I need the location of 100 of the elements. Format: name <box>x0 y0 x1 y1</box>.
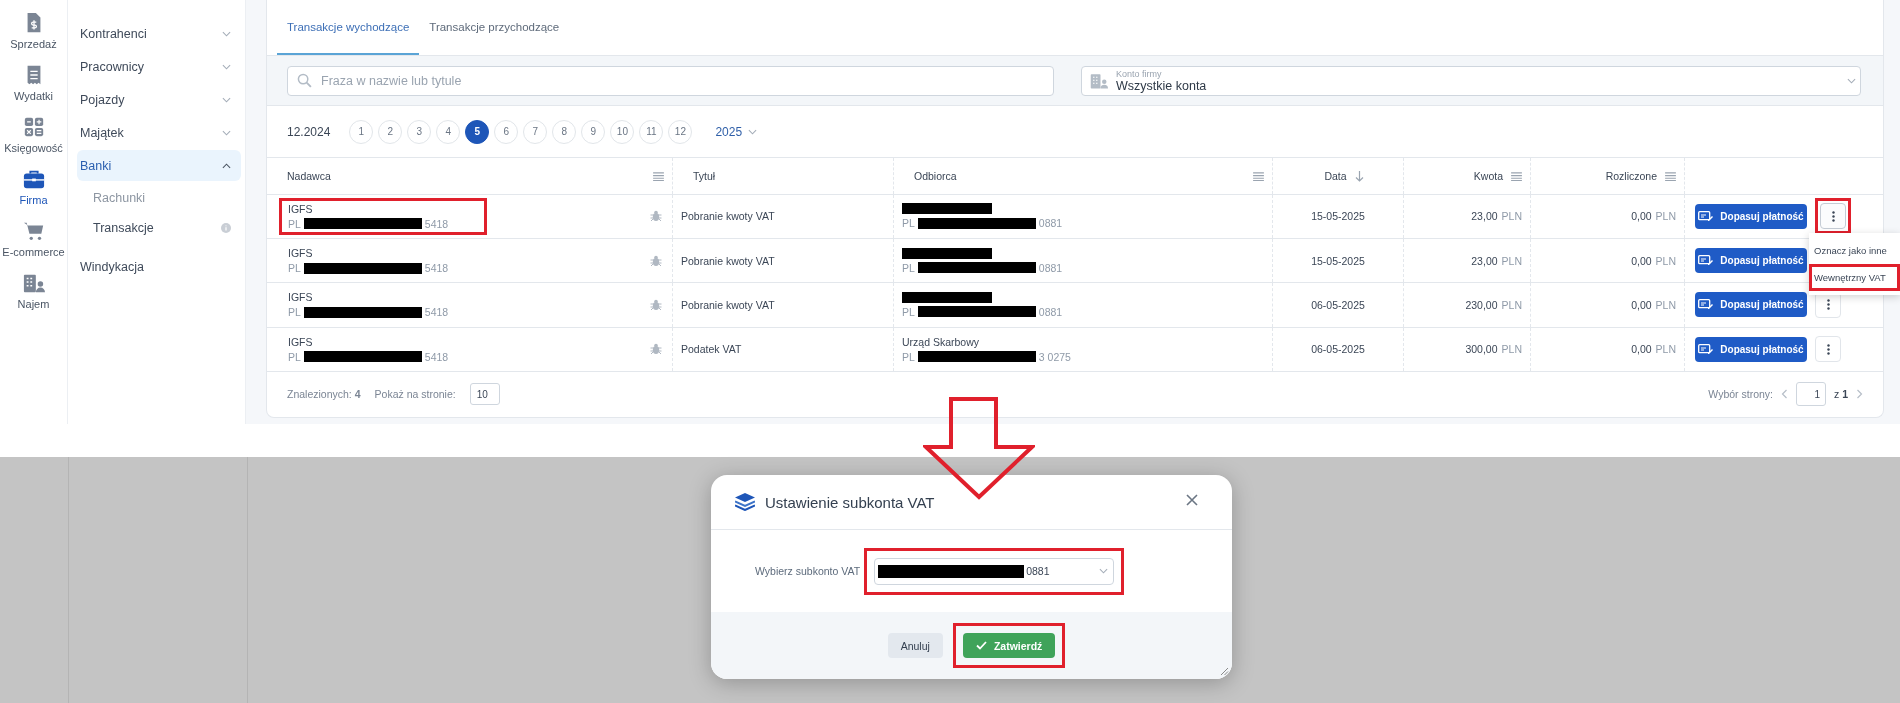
chevron-icon <box>1099 568 1109 574</box>
tab[interactable]: Transakcje przychodzące <box>419 0 570 56</box>
resize-handle-icon[interactable] <box>1220 667 1229 676</box>
match-payment-button[interactable]: Dopasuj płatność <box>1695 203 1807 229</box>
column-header[interactable]: Data <box>1273 158 1404 194</box>
nav-item[interactable]: Banki <box>77 150 241 181</box>
account-select[interactable]: Konto firmy Wszystkie konta <box>1081 65 1861 96</box>
month-button[interactable]: 7 <box>523 119 548 144</box>
chevron-icon <box>748 128 758 135</box>
page-total: z 1 <box>1834 388 1848 401</box>
amount-text: 300,00 <box>1465 343 1498 356</box>
amount-text: 230,00 <box>1465 298 1498 311</box>
bug-icon <box>650 210 662 223</box>
search-icon <box>297 72 312 88</box>
nav-subitem[interactable]: Transakcje <box>77 213 241 243</box>
previous-month-label[interactable]: 12.2024 <box>287 124 331 139</box>
currency-text: PLN <box>1501 210 1522 223</box>
sender-name: IGFS <box>288 247 314 260</box>
settled-amount: 0,00 <box>1631 210 1652 223</box>
nav-item[interactable]: Pracownicy <box>77 51 241 82</box>
menu-item[interactable]: Oznacz jako inne <box>1809 236 1900 264</box>
rail-item[interactable]: E-commerce <box>0 220 68 258</box>
sender-name: IGFS <box>288 291 314 304</box>
account-prefix: PL <box>288 306 301 319</box>
rail-item[interactable]: Księgowość <box>0 116 68 154</box>
date-text: 06-05-2025 <box>1311 343 1365 356</box>
page-select-label: Wybór strony: <box>1708 388 1773 401</box>
chevron-icon <box>222 96 231 103</box>
nav-item[interactable]: Pojazdy <box>77 84 241 115</box>
chevron-icon <box>222 162 231 169</box>
more-button[interactable] <box>1815 336 1841 363</box>
amount-text: 23,00 <box>1471 254 1498 267</box>
nav-item[interactable]: Windykacja <box>77 251 241 282</box>
search-field[interactable]: Fraza w nazwie lub tytule <box>287 65 1054 96</box>
column-title: Odbiorca <box>914 170 957 183</box>
year-dropdown[interactable]: 2025 <box>709 123 764 140</box>
month-button[interactable]: 1 <box>349 119 374 144</box>
column-title: Nadawca <box>287 170 331 183</box>
building-person-icon <box>1089 71 1109 90</box>
month-button[interactable]: 2 <box>378 119 403 144</box>
currency-text: PLN <box>1501 254 1522 267</box>
currency-text: PLN <box>1655 343 1676 356</box>
column-menu-icon[interactable] <box>1665 171 1676 181</box>
match-payment-button[interactable]: Dopasuj płatność <box>1695 336 1807 362</box>
column-header[interactable]: Rozliczone <box>1531 158 1685 194</box>
menu-item[interactable]: Wewnętrzny VAT <box>1809 263 1900 291</box>
column-menu-icon[interactable] <box>1253 171 1264 181</box>
subaccount-select[interactable]: 0881 <box>874 557 1115 585</box>
match-payment-button[interactable]: Dopasuj płatność <box>1695 292 1807 318</box>
month-button[interactable]: 8 <box>552 119 577 144</box>
month-button[interactable]: 11 <box>639 119 664 144</box>
month-button[interactable]: 5 <box>465 119 490 144</box>
title-text: Pobranie kwoty VAT <box>681 298 775 311</box>
page-field[interactable]: 1 <box>1796 382 1826 407</box>
rail-item[interactable]: Wydatki <box>0 64 68 102</box>
rail-item[interactable]: Najem <box>0 272 68 310</box>
next-page-icon[interactable] <box>1856 389 1863 400</box>
account-suffix: 0881 <box>1038 305 1063 318</box>
payment-card-icon <box>1698 343 1714 355</box>
month-button[interactable]: 6 <box>494 119 519 144</box>
month-button[interactable]: 10 <box>610 119 635 144</box>
title-text: Pobranie kwoty VAT <box>681 210 775 223</box>
account-prefix: PL <box>288 262 301 275</box>
column-menu-icon[interactable] <box>653 171 664 181</box>
column-header[interactable]: Kwota <box>1404 158 1531 194</box>
chevron-icon <box>222 129 231 136</box>
account-prefix: PL <box>288 217 301 230</box>
account-suffix: 0881 <box>1038 217 1063 230</box>
cancel-button[interactable]: Anuluj <box>887 633 943 658</box>
rail-item[interactable]: Sprzedaż <box>0 12 68 50</box>
payment-card-icon <box>1698 299 1714 311</box>
column-menu-icon[interactable] <box>1511 171 1522 181</box>
chevron-icon <box>1847 77 1856 84</box>
previous-page-icon[interactable] <box>1781 389 1788 400</box>
account-prefix: PL <box>288 350 301 363</box>
more-icon <box>1826 299 1830 311</box>
bug-icon <box>650 298 662 311</box>
nav-item[interactable]: Majątek <box>77 117 241 148</box>
column-header[interactable]: Nadawca <box>267 158 673 194</box>
account-prefix: PL <box>902 305 915 318</box>
per-page-field[interactable]: 10 <box>469 383 500 406</box>
month-button[interactable]: 3 <box>407 119 432 144</box>
column-header[interactable]: Odbiorca <box>894 158 1273 194</box>
account-suffix: 5418 <box>424 350 449 363</box>
rail-item[interactable]: Firma <box>0 168 68 206</box>
account-prefix: PL <box>902 217 915 230</box>
column-header[interactable]: Tytuł <box>673 158 894 194</box>
month-button[interactable]: 12 <box>668 119 693 144</box>
currency-text: PLN <box>1501 298 1522 311</box>
column-title: Tytuł <box>693 170 716 183</box>
account-prefix: PL <box>902 261 915 274</box>
account-suffix: 3 0275 <box>1038 350 1071 363</box>
per-page-label: Pokaż na stronie: <box>374 388 456 401</box>
nav-item[interactable]: Kontrahenci <box>77 18 241 49</box>
month-button[interactable]: 4 <box>436 119 461 144</box>
sort-arrow-icon[interactable] <box>1354 170 1364 182</box>
month-button[interactable]: 9 <box>581 119 606 144</box>
date-text: 15-05-2025 <box>1311 254 1365 267</box>
settled-amount: 0,00 <box>1631 343 1652 356</box>
match-payment-button[interactable]: Dopasuj płatność <box>1695 248 1807 274</box>
